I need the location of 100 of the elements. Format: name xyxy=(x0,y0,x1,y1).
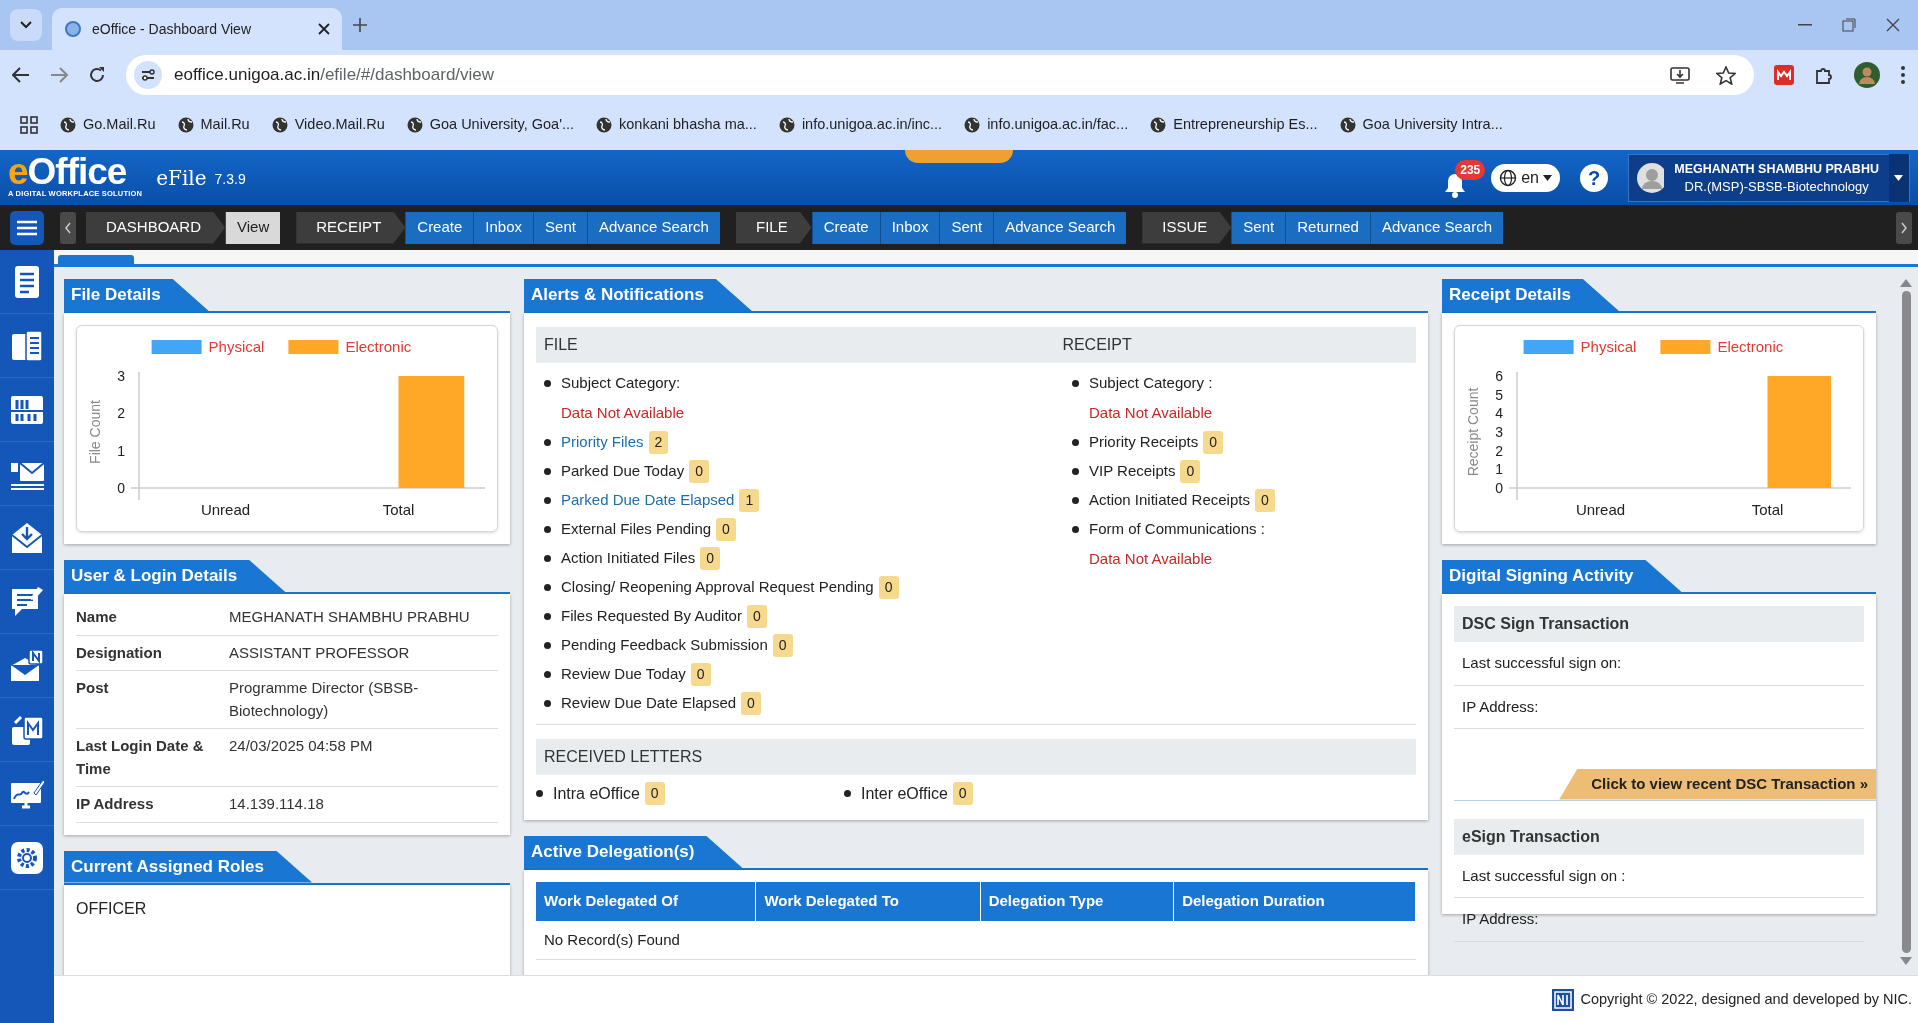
field-label: Last successful sign on : xyxy=(1462,866,1626,884)
bullet-icon xyxy=(1072,468,1079,475)
panel-title: Digital Signing Activity xyxy=(1442,560,1682,592)
section-heading: eSign Transaction xyxy=(1462,827,1600,845)
tick-label: 1 xyxy=(117,442,125,459)
new-tab-icon[interactable] xyxy=(352,17,368,33)
alert-label: Subject Category : xyxy=(1089,373,1213,394)
alert-label: Inter eOffice xyxy=(861,783,948,804)
bullet-icon xyxy=(544,526,551,533)
tick-label: 3 xyxy=(117,368,125,384)
axis-title: File Count xyxy=(87,400,103,464)
nav-link[interactable]: Advance Search xyxy=(993,211,1127,244)
alert-label: Closing/ Reopening Approval Request Pending xyxy=(561,577,874,598)
bookmark[interactable]: info.unigoa.ac.in/inc... xyxy=(778,114,943,136)
count-badge: 0 xyxy=(1180,460,1201,483)
address-bar[interactable]: eoffice.unigoa.ac.in/efile/#/dashboard/view xyxy=(126,55,1754,95)
alert-label: Pending Feedback Submission xyxy=(561,635,768,656)
install-icon[interactable] xyxy=(1670,66,1690,84)
menu-button[interactable] xyxy=(0,205,54,250)
nav-link[interactable]: Sent xyxy=(1231,211,1286,244)
nav-group-label: ISSUE xyxy=(1142,211,1232,244)
tick-label: 3 xyxy=(1495,424,1503,440)
bookmark[interactable]: Entrepreneurship Es... xyxy=(1150,114,1318,136)
help-button[interactable]: ? xyxy=(1580,163,1608,192)
url-text: eoffice.unigoa.ac.in/efile/#/dashboard/view xyxy=(174,64,495,87)
bullet-icon xyxy=(544,439,551,446)
bullet-icon xyxy=(544,555,551,562)
legend-swatch xyxy=(1523,340,1574,354)
alert-label: External Files Pending xyxy=(561,519,712,540)
bullet-icon xyxy=(544,497,551,504)
bookmark[interactable]: Goa University, Goa'... xyxy=(406,114,575,136)
close-icon[interactable] xyxy=(318,23,330,35)
globe-icon xyxy=(1150,117,1167,133)
bookmark[interactable]: Mail.Ru xyxy=(177,114,250,136)
avatar-icon xyxy=(1637,162,1665,193)
legend-label: Electronic xyxy=(1717,338,1784,355)
nav-link[interactable]: Sent xyxy=(533,211,587,244)
tick-label: 5 xyxy=(1495,386,1503,403)
alert-link[interactable]: Priority Files xyxy=(561,431,644,454)
field-label: IP Address: xyxy=(1462,910,1539,927)
nav-link[interactable]: Advance Search xyxy=(1369,211,1503,244)
count-badge: 0 xyxy=(1254,489,1275,512)
close-icon[interactable] xyxy=(1886,18,1900,32)
star-icon[interactable] xyxy=(1716,65,1736,85)
forward-icon[interactable] xyxy=(50,67,68,83)
count-badge: 0 xyxy=(878,576,899,599)
nav-link[interactable]: Sent xyxy=(939,211,994,244)
notification-count: 235 xyxy=(1455,159,1486,180)
scrollbar-thumb[interactable] xyxy=(1901,291,1911,953)
bookmark[interactable]: Video.Mail.Ru xyxy=(271,114,385,136)
role-text: OFFICER xyxy=(76,898,148,919)
alert-link[interactable]: Parked Due Date Elapsed xyxy=(561,489,735,512)
bullet-icon xyxy=(536,790,543,797)
scroll-up-icon[interactable] xyxy=(1900,279,1912,287)
nav-link[interactable]: Inbox xyxy=(473,211,534,244)
reload-icon[interactable] xyxy=(88,66,106,84)
nav-link[interactable]: Returned xyxy=(1285,211,1370,244)
scroll-right-button[interactable] xyxy=(1896,211,1912,244)
nav-link[interactable]: Advance Search xyxy=(586,211,720,244)
scroll-down-icon[interactable] xyxy=(1900,957,1912,965)
language-selector[interactable]: en xyxy=(1491,163,1560,192)
user-menu[interactable]: MEGHANATH SHAMBHU PRABHU DR.(MSP)-SBSB-Biotechnology xyxy=(1628,153,1910,202)
nav-link[interactable]: Inbox xyxy=(879,211,940,244)
browser-tab[interactable]: eOffice - Dashboard View xyxy=(52,8,342,50)
bookmark[interactable]: konkani bhasha ma... xyxy=(596,114,757,136)
field-label: Name xyxy=(76,607,118,627)
legend-swatch xyxy=(288,340,339,354)
bookmark[interactable]: Goa University Intra... xyxy=(1339,114,1503,136)
nav-link[interactable]: Create xyxy=(405,211,474,244)
globe-icon xyxy=(64,20,82,38)
bullet-icon xyxy=(544,584,551,591)
bookmark[interactable]: Go.Mail.Ru xyxy=(60,114,156,136)
nav-link[interactable]: View xyxy=(225,211,281,244)
nav-link[interactable]: Create xyxy=(811,211,880,244)
alert-label: Parked Due Today xyxy=(561,461,685,482)
scroll-left-button[interactable] xyxy=(60,211,76,244)
user-name: MEGHANATH SHAMBHU PRABHU xyxy=(1674,160,1879,178)
caret-icon[interactable] xyxy=(1894,174,1904,181)
extension-icon[interactable] xyxy=(1774,65,1794,85)
apps-icon[interactable] xyxy=(20,116,38,134)
puzzle-icon[interactable] xyxy=(1814,65,1834,85)
view-transactions-button[interactable]: Click to view recent DSC Transaction » xyxy=(1559,769,1876,800)
restore-icon[interactable] xyxy=(1842,18,1856,32)
column-header: Work Delegated Of xyxy=(536,882,756,921)
bullet-icon xyxy=(1072,380,1079,387)
tab-list-button[interactable] xyxy=(10,9,42,41)
field-label: Last Login Date & Time xyxy=(76,736,205,779)
alert-label: VIP Receipts xyxy=(1089,461,1176,482)
site-settings-icon[interactable] xyxy=(134,61,162,89)
back-icon[interactable] xyxy=(12,67,30,83)
profile-avatar[interactable] xyxy=(1854,62,1880,88)
menu-icon[interactable] xyxy=(1900,65,1906,85)
legend-swatch xyxy=(1660,340,1711,354)
section-heading: FILE xyxy=(544,335,579,355)
minimize-icon[interactable] xyxy=(1798,24,1812,26)
collapse-handle[interactable] xyxy=(905,150,1013,163)
globe-icon xyxy=(778,117,795,133)
nav-group-label: DASHBOARD xyxy=(86,211,226,244)
bookmark[interactable]: info.unigoa.ac.in/fac... xyxy=(964,114,1129,136)
count-badge: 0 xyxy=(772,634,793,657)
